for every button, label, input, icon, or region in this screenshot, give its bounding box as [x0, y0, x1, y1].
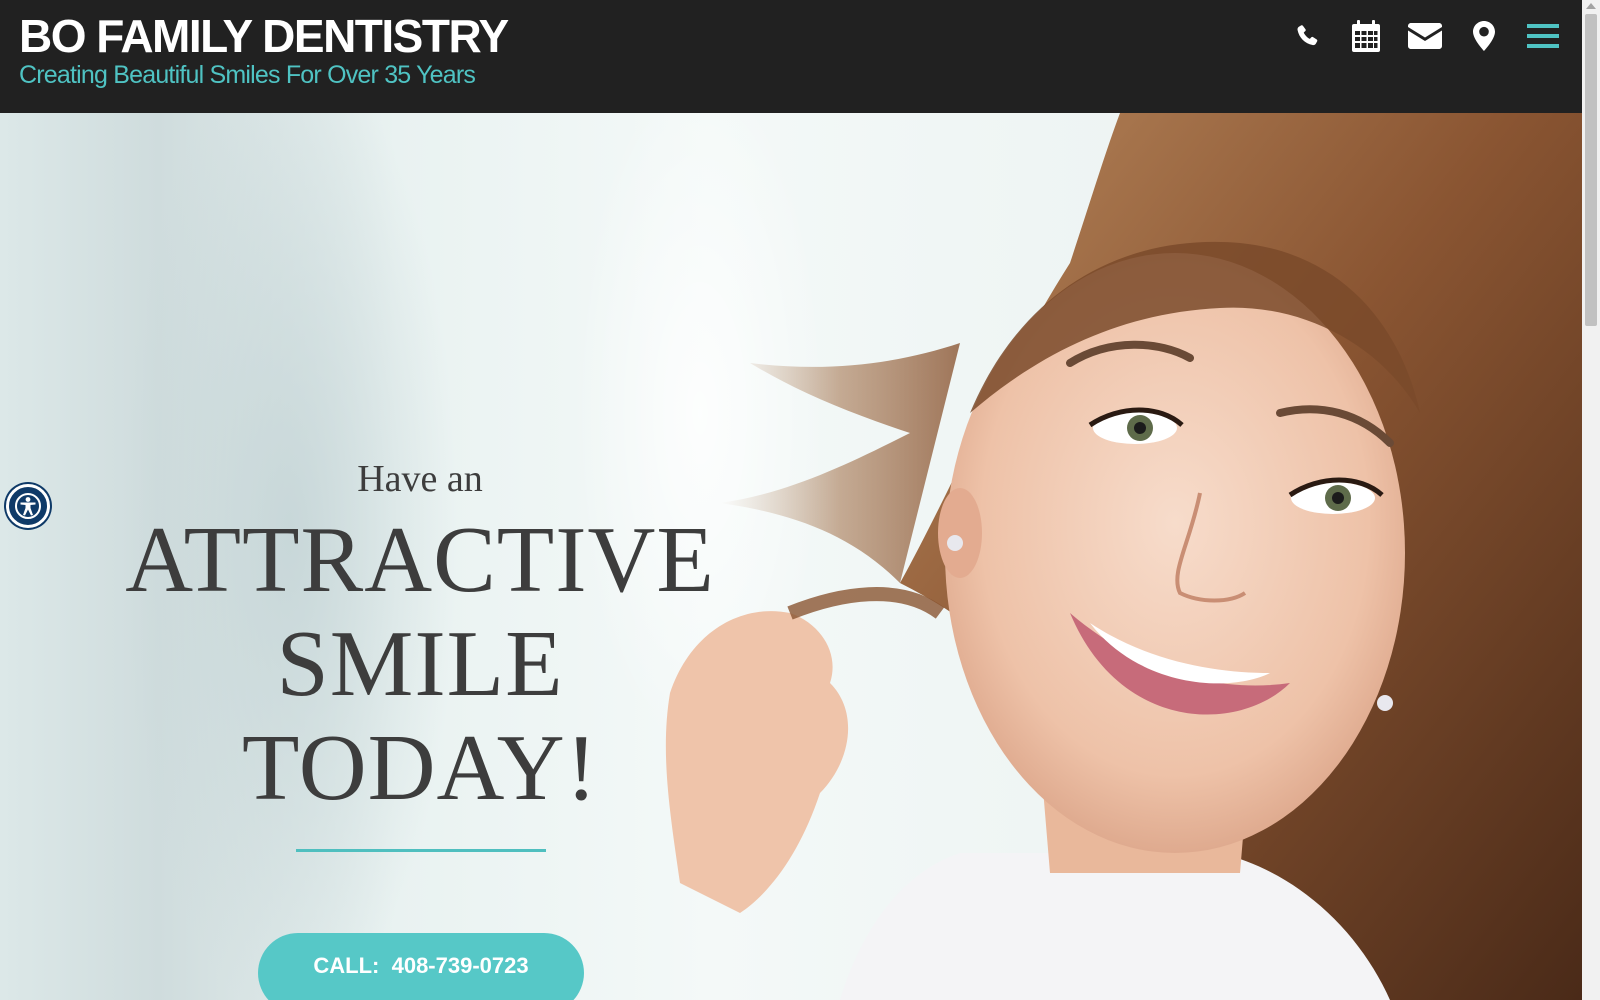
call-button[interactable]: CALL: 408-739-0723 — [258, 933, 584, 1000]
envelope-icon[interactable] — [1408, 19, 1442, 53]
accessibility-icon[interactable] — [6, 484, 50, 528]
scrollbar-thumb[interactable] — [1585, 14, 1597, 326]
page: BO FAMILY DENTISTRY Creating Beautiful S… — [0, 0, 1600, 1000]
scroll-up-arrow-icon[interactable] — [1586, 3, 1596, 9]
headline-divider — [296, 849, 546, 852]
site-tagline: Creating Beautiful Smiles For Over 35 Ye… — [19, 61, 476, 89]
map-marker-icon[interactable] — [1467, 19, 1501, 53]
headline-line-2: SMILE — [276, 612, 564, 716]
headline-pre-text: Have an — [357, 458, 483, 500]
headline-line-1: ATTRACTIVE — [125, 508, 715, 612]
site-title[interactable]: BO FAMILY DENTISTRY — [19, 8, 509, 64]
site-header: BO FAMILY DENTISTRY Creating Beautiful S… — [0, 0, 1582, 113]
hero-banner: Have an ATTRACTIVE SMILE TODAY! CALL: 40… — [0, 113, 1582, 1000]
headline-line-3: TODAY! — [242, 716, 598, 820]
phone-icon[interactable] — [1290, 19, 1324, 53]
page-scrollbar[interactable] — [1582, 0, 1600, 1000]
hero-photo-smiling-woman — [665, 113, 1582, 1000]
menu-icon[interactable] — [1526, 19, 1560, 53]
hero-headline: Have an ATTRACTIVE SMILE TODAY! — [100, 453, 740, 817]
header-icon-bar — [1265, 18, 1560, 54]
calendar-icon[interactable] — [1349, 19, 1383, 53]
